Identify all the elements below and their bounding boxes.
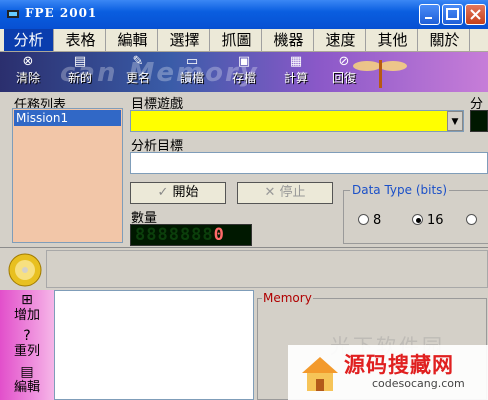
rename-button[interactable]: ✎ 更名: [116, 54, 160, 90]
target-game-combo[interactable]: [130, 110, 464, 132]
open-icon: ▭: [185, 54, 199, 69]
stop-label: 停止: [279, 185, 306, 200]
start-label: 開始: [172, 185, 199, 200]
title-bar: FPE 2001: [0, 0, 488, 29]
add-label: 增加: [13, 308, 40, 323]
start-button[interactable]: ✓ 開始: [130, 182, 226, 204]
list-item[interactable]: Mission1: [14, 110, 121, 126]
stop-button[interactable]: ✕ 停止: [237, 182, 333, 204]
save-label: 存檔: [231, 71, 256, 85]
rename-label: 更名: [125, 71, 150, 85]
menu-analyze[interactable]: 分析: [4, 29, 54, 51]
edit-button[interactable]: ▤ 編輯: [2, 364, 52, 398]
calculate-label: 計算: [283, 71, 308, 85]
data-type-title: Data Type (bits): [350, 183, 450, 197]
stop-x-icon: ✕: [264, 185, 280, 200]
add-icon: ⊞: [21, 292, 33, 308]
app-icon: [7, 10, 19, 18]
radio-8bit[interactable]: 8: [358, 213, 381, 228]
quantity-display: 88888880: [130, 224, 252, 246]
analysis-target-input[interactable]: [130, 152, 488, 174]
open-button[interactable]: ▭ 讀檔: [170, 54, 214, 90]
cd-icon: [8, 253, 42, 287]
menu-capture[interactable]: 抓圖: [212, 29, 262, 51]
window-title: FPE 2001: [25, 6, 98, 20]
rename-icon: ✎: [132, 54, 144, 69]
clear-label: 清除: [15, 71, 40, 85]
open-label: 讀檔: [179, 71, 204, 85]
result-list[interactable]: [54, 290, 254, 400]
undo-icon: ⊘: [338, 54, 350, 69]
clear-icon: ⊗: [22, 54, 34, 69]
menu-select[interactable]: 選擇: [160, 29, 210, 51]
chevron-down-icon[interactable]: ▼: [447, 111, 463, 131]
new-icon: ▤: [73, 54, 87, 69]
menu-edit[interactable]: 編輯: [108, 29, 158, 51]
save-button[interactable]: ▣ 存檔: [222, 54, 266, 90]
add-button[interactable]: ⊞ 增加: [2, 292, 52, 326]
calculate-button[interactable]: ▦ 計算: [274, 54, 318, 90]
undo-label: 回復: [331, 71, 356, 85]
right-lcd-fragment: [470, 110, 488, 132]
radio-8bit-label: 8: [373, 213, 382, 228]
memory-title: Memory: [262, 291, 313, 305]
menu-machine[interactable]: 機器: [264, 29, 314, 51]
menu-other[interactable]: 其他: [368, 29, 418, 51]
radio-selected-icon: [412, 214, 423, 225]
relist-label: 重列: [13, 344, 40, 359]
side-panel: ⊞ 增加 ? 重列 ▤ 編輯: [0, 290, 54, 400]
new-button[interactable]: ▤ 新的: [58, 54, 102, 90]
calculator-icon: ▦: [289, 54, 303, 69]
edit-icon: ▤: [20, 364, 34, 380]
undo-button[interactable]: ⊘ 回復: [322, 54, 366, 90]
relist-icon: ?: [23, 328, 31, 344]
watermark-en: codesocang.com: [372, 377, 465, 390]
edit-label: 編輯: [13, 380, 40, 395]
radio-icon: [466, 214, 477, 225]
watermark-cn: 源码搜藏网: [344, 353, 454, 377]
radio-16bit-label: 16: [427, 213, 444, 228]
quantity-value: 0: [213, 225, 225, 245]
radio-32bit[interactable]: [466, 213, 481, 228]
menu-about[interactable]: 關於: [420, 29, 470, 51]
task-list[interactable]: Mission1: [12, 108, 123, 243]
close-icon: [470, 9, 481, 20]
divider: [0, 247, 488, 248]
close-button[interactable]: [465, 4, 486, 25]
save-icon: ▣: [237, 54, 251, 69]
menu-bar: 分析 表格 編輯 選擇 抓圖 機器 速度 其他 關於: [0, 29, 488, 52]
quantity-digits: 8888888: [135, 225, 214, 245]
minimize-button[interactable]: [419, 4, 440, 25]
toolbar: can Memory ⊗ 清除 ▤ 新的 ✎ 更名 ▭ 讀檔 ▣ 存檔 ▦ 計算…: [0, 52, 488, 92]
menu-speed[interactable]: 速度: [316, 29, 366, 51]
maximize-button[interactable]: [442, 4, 463, 25]
menu-table[interactable]: 表格: [56, 29, 106, 51]
radio-icon: [358, 214, 369, 225]
house-logo-icon: [302, 357, 338, 391]
maximize-icon: [446, 8, 459, 20]
check-icon: ✓: [157, 185, 173, 200]
minimize-icon: [425, 17, 432, 19]
new-label: 新的: [67, 71, 92, 85]
radio-16bit[interactable]: 16: [412, 213, 444, 228]
relist-button[interactable]: ? 重列: [2, 328, 52, 362]
status-strip: [46, 250, 488, 288]
clear-button[interactable]: ⊗ 清除: [6, 54, 50, 90]
